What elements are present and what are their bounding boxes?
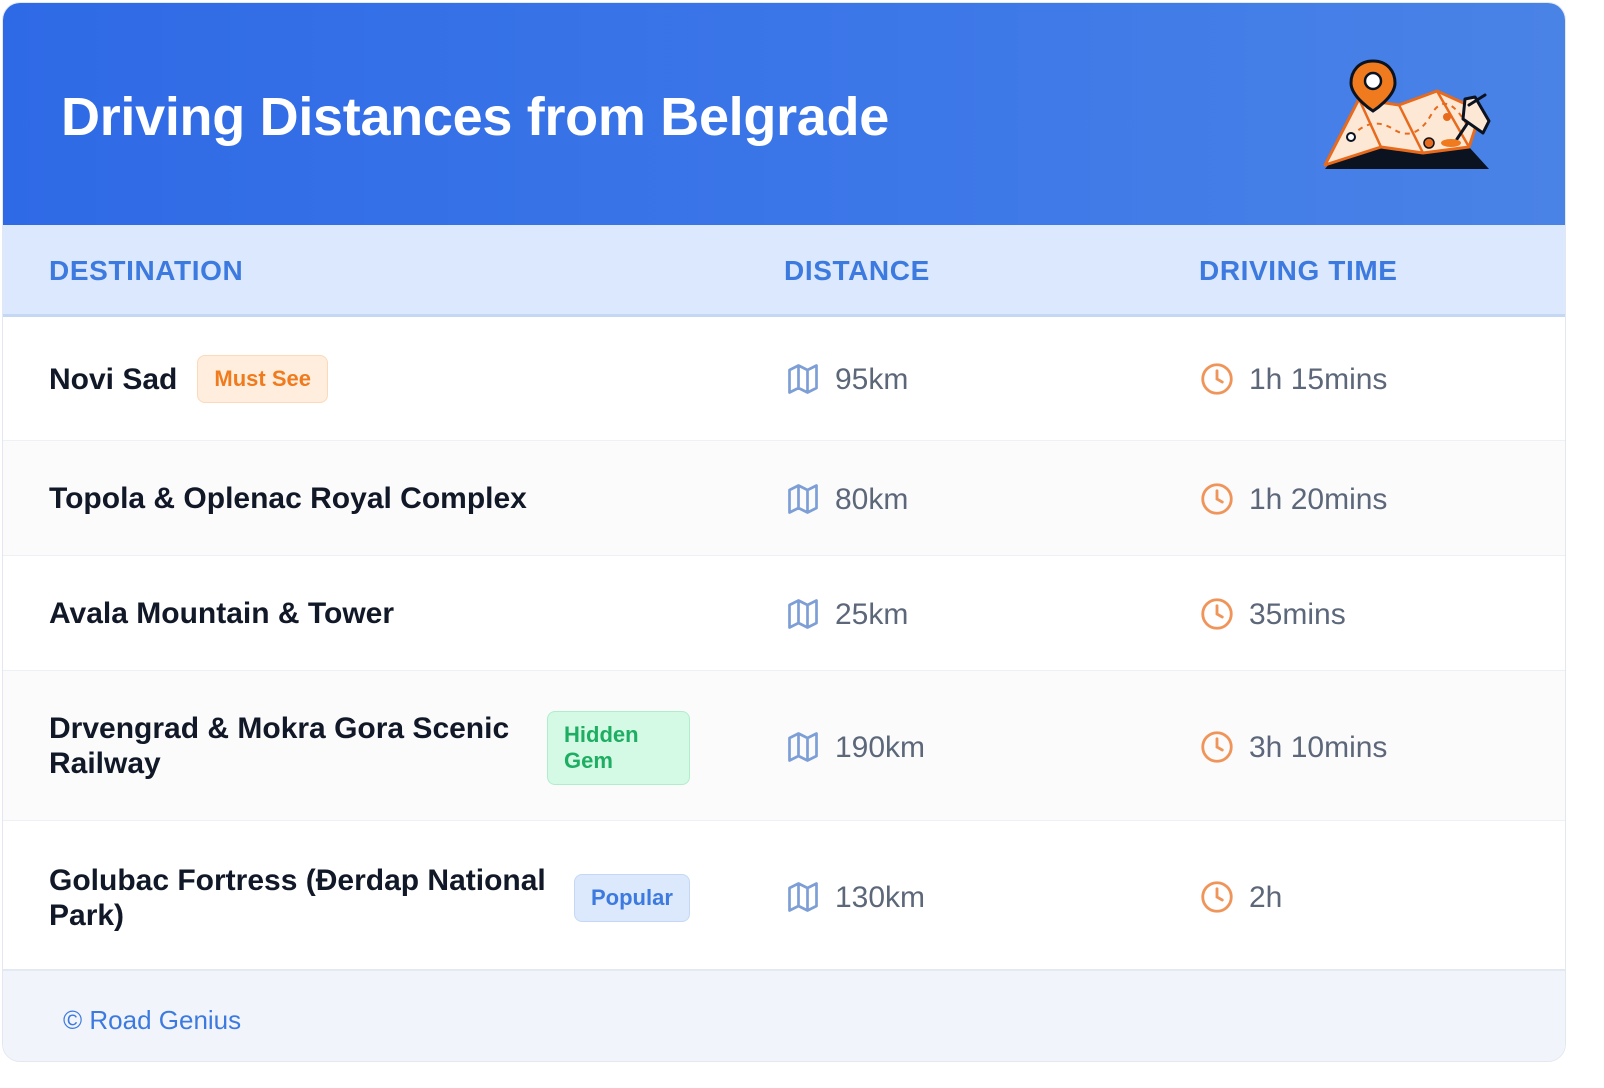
popular-badge: Popular — [574, 874, 690, 922]
distance-value: 95km — [835, 362, 909, 396]
column-header-driving-time: DRIVING TIME — [1199, 255, 1398, 286]
clock-icon — [1201, 598, 1233, 630]
map-icon — [788, 882, 818, 912]
destination-name: Golubac Fortress (Đerdap National Park) — [49, 863, 546, 933]
clock-icon — [1201, 881, 1233, 913]
driving-time-value: 3h 10mins — [1249, 730, 1388, 764]
destination-name: Drvengrad & Mokra Gora Scenic Railway — [49, 711, 509, 781]
table-row: Novi Sad Must See 95km 1h 15mins — [3, 317, 1565, 441]
driving-time-value: 2h — [1249, 880, 1283, 914]
destination-name-line: Park) — [49, 899, 125, 932]
table-header: DESTINATION DISTANCE DRIVING TIME — [3, 225, 1565, 317]
map-icon — [788, 364, 818, 394]
table-row: Golubac Fortress (Đerdap National Park) … — [3, 821, 1565, 969]
driving-time-value: 35mins — [1249, 597, 1346, 631]
badge-line: Hidden — [564, 722, 639, 747]
hidden-gem-badge: Hidden Gem — [547, 711, 690, 785]
destination-name: Novi Sad — [49, 362, 178, 396]
distances-card: Driving Distances from Belgrade DESTINAT… — [2, 2, 1566, 1062]
distance-value: 80km — [835, 482, 909, 516]
map-icon — [788, 732, 818, 762]
footer: © Road Genius — [3, 969, 1565, 1061]
table-row: Avala Mountain & Tower 25km 35mins — [3, 556, 1565, 671]
must-see-badge: Must See — [197, 355, 328, 403]
distance-value: 190km — [835, 730, 926, 764]
distance-value: 25km — [835, 597, 909, 631]
header-banner: Driving Distances from Belgrade — [3, 3, 1565, 225]
column-header-distance: DISTANCE — [784, 255, 930, 286]
destination-name-line: Railway — [49, 747, 161, 780]
distance-value: 130km — [835, 880, 926, 914]
clock-icon — [1201, 731, 1233, 763]
driving-time-value: 1h 20mins — [1249, 482, 1388, 516]
page-title: Driving Distances from Belgrade — [61, 87, 889, 147]
clock-icon — [1201, 363, 1233, 395]
driving-time-value: 1h 15mins — [1249, 362, 1388, 396]
column-header-destination: DESTINATION — [49, 255, 244, 286]
map-with-pins-icon — [1323, 59, 1491, 169]
map-icon — [788, 599, 818, 629]
destination-name: Topola & Oplenac Royal Complex — [49, 482, 527, 515]
destination-name-line: Drvengrad & Mokra Gora Scenic — [49, 712, 510, 745]
badge-line: Gem — [564, 748, 613, 773]
destination-name-line: Golubac Fortress (Đerdap National — [49, 864, 546, 897]
footer-credit: © Road Genius — [63, 1005, 242, 1035]
destination-name: Avala Mountain & Tower — [49, 597, 395, 630]
clock-icon — [1201, 483, 1233, 515]
map-icon — [788, 484, 818, 514]
table-row: Drvengrad & Mokra Gora Scenic Railway Hi… — [3, 671, 1565, 821]
table-row: Topola & Oplenac Royal Complex 80km 1h 2… — [3, 441, 1565, 556]
